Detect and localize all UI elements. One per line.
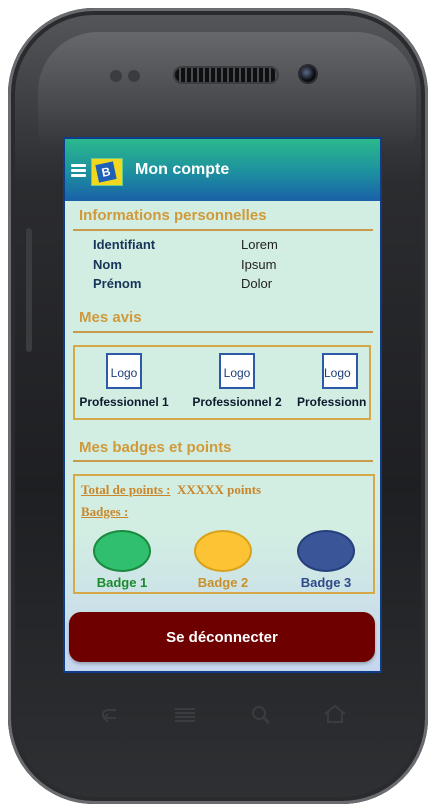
points-total: Total de points : XXXXX points xyxy=(81,482,261,498)
app-logo-letter: B xyxy=(95,161,117,183)
front-camera xyxy=(300,66,316,82)
hamburger-menu-icon[interactable] xyxy=(71,164,86,177)
professional-label: Professionnel 1 xyxy=(79,395,169,409)
badge-icon xyxy=(93,530,151,572)
professional-logo: Logo xyxy=(106,353,142,389)
section-title-reviews: Mes avis xyxy=(79,309,142,326)
info-value: Ipsum xyxy=(241,257,277,272)
badge-3[interactable]: Badge 3 xyxy=(291,530,361,590)
info-key: Identifiant xyxy=(93,237,156,252)
logout-button[interactable]: Se déconnecter xyxy=(69,612,375,662)
badge-label: Badge 2 xyxy=(197,575,249,590)
section-title-personal: Informations personnelles xyxy=(79,207,267,224)
badge-2[interactable]: Badge 2 xyxy=(188,530,258,590)
app-screen: B Mon compte Informations personnelles I… xyxy=(63,137,382,673)
professional-card[interactable]: Logo Professionnel 2 xyxy=(187,353,287,409)
badge-label: Badge 3 xyxy=(300,575,352,590)
professional-label: Professionnel 2 xyxy=(192,395,282,409)
info-key: Nom xyxy=(93,257,122,272)
app-bar: B Mon compte xyxy=(65,139,380,201)
professional-logo: Logo xyxy=(219,353,255,389)
info-key: Prénom xyxy=(93,276,142,291)
section-divider xyxy=(73,331,373,333)
home-icon[interactable] xyxy=(322,704,348,724)
light-sensor xyxy=(128,70,140,82)
badge-label: Badge 1 xyxy=(96,575,148,590)
badge-1[interactable]: Badge 1 xyxy=(87,530,157,590)
professional-card[interactable]: Logo Professionnel 1 xyxy=(77,353,171,409)
reviews-carousel[interactable]: Logo Professionnel 1 Logo Professionnel … xyxy=(73,345,371,420)
professional-logo: Logo xyxy=(322,353,358,389)
badges-label: Badges : xyxy=(81,504,129,519)
page-title: Mon compte xyxy=(135,161,230,178)
phone-shine xyxy=(38,32,416,152)
side-volume-button xyxy=(26,228,32,352)
app-logo: B xyxy=(91,158,123,186)
section-title-badges: Mes badges et points xyxy=(79,439,232,456)
back-icon[interactable] xyxy=(96,704,122,724)
points-label: Total de points : xyxy=(81,482,171,497)
search-icon[interactable] xyxy=(248,704,274,725)
info-value: Lorem xyxy=(241,237,278,252)
proximity-sensor xyxy=(110,70,122,82)
points-value: XXXXX points xyxy=(176,482,262,497)
badge-icon xyxy=(297,530,355,572)
badge-icon xyxy=(194,530,252,572)
professional-card[interactable]: Logo Professionn xyxy=(297,353,369,409)
section-divider xyxy=(73,460,373,462)
info-value: Dolor xyxy=(241,276,273,291)
earpiece-speaker xyxy=(175,68,277,82)
professional-label: Professionn xyxy=(297,395,367,409)
badges-panel: Total de points : XXXXX points Badges : … xyxy=(73,474,375,594)
section-divider xyxy=(73,229,373,231)
menu-icon[interactable] xyxy=(172,704,198,724)
